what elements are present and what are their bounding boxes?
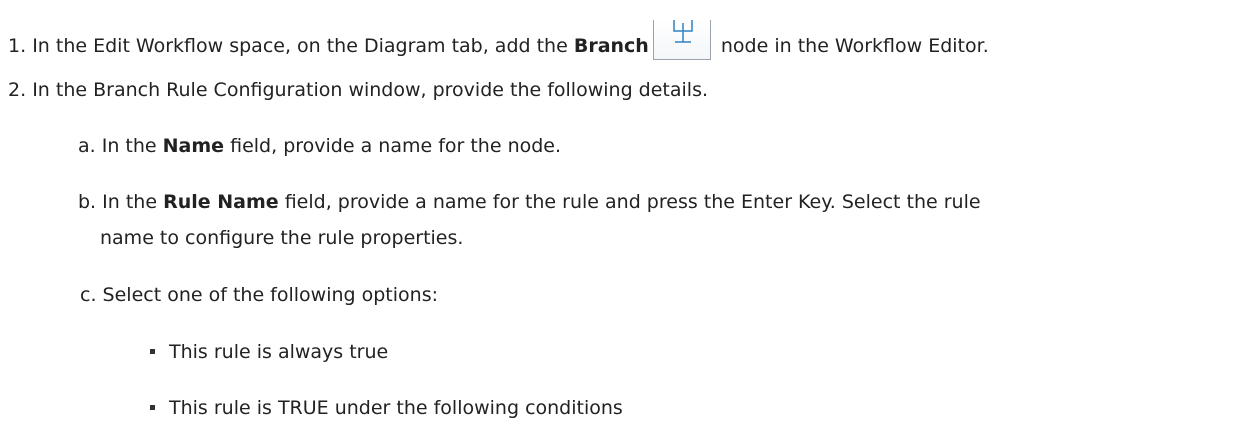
step-number: 1. bbox=[8, 35, 27, 57]
substep-letter: a. bbox=[78, 135, 96, 157]
substep-text: Select one of the following options: bbox=[102, 284, 439, 306]
step-2: 2. In the Branch Rule Configuration wind… bbox=[8, 77, 708, 103]
step-text-end: node in the Workflow Editor. bbox=[720, 35, 989, 57]
substep-text-end: field, provide a name for the rule and p… bbox=[284, 191, 981, 213]
option-item: This rule is always true bbox=[150, 339, 388, 365]
bullet-icon bbox=[150, 405, 155, 410]
option-text: This rule is TRUE under the following co… bbox=[169, 397, 623, 419]
substep-text: In the bbox=[101, 135, 157, 157]
substep-a: a. In the Name field, provide a name for… bbox=[78, 133, 561, 159]
substep-b-continuation: name to configure the rule properties. bbox=[100, 225, 463, 251]
step-number: 2. bbox=[8, 79, 27, 101]
substep-b: b. In the Rule Name field, provide a nam… bbox=[78, 189, 981, 215]
substep-text-end: field, provide a name for the node. bbox=[230, 135, 562, 157]
substep-letter: b. bbox=[78, 191, 97, 213]
option-text: This rule is always true bbox=[169, 341, 389, 363]
substep-c: c. Select one of the following options: bbox=[80, 282, 438, 308]
branch-node-icon bbox=[652, 20, 711, 60]
option-item: This rule is TRUE under the following co… bbox=[150, 395, 623, 421]
substep-letter: c. bbox=[80, 284, 97, 306]
step-1: 1. In the Edit Workflow space, on the Di… bbox=[8, 20, 989, 60]
rule-name-field-label: Rule Name bbox=[163, 191, 279, 213]
name-field-label: Name bbox=[162, 135, 225, 157]
step-text: In the Branch Rule Configuration window,… bbox=[32, 79, 709, 101]
substep-text: In the bbox=[102, 191, 158, 213]
branch-label: Branch bbox=[573, 35, 649, 57]
bullet-icon bbox=[150, 349, 155, 354]
substep-text-line2: name to configure the rule properties. bbox=[100, 227, 464, 249]
step-text: In the Edit Workflow space, on the Diagr… bbox=[32, 35, 568, 57]
